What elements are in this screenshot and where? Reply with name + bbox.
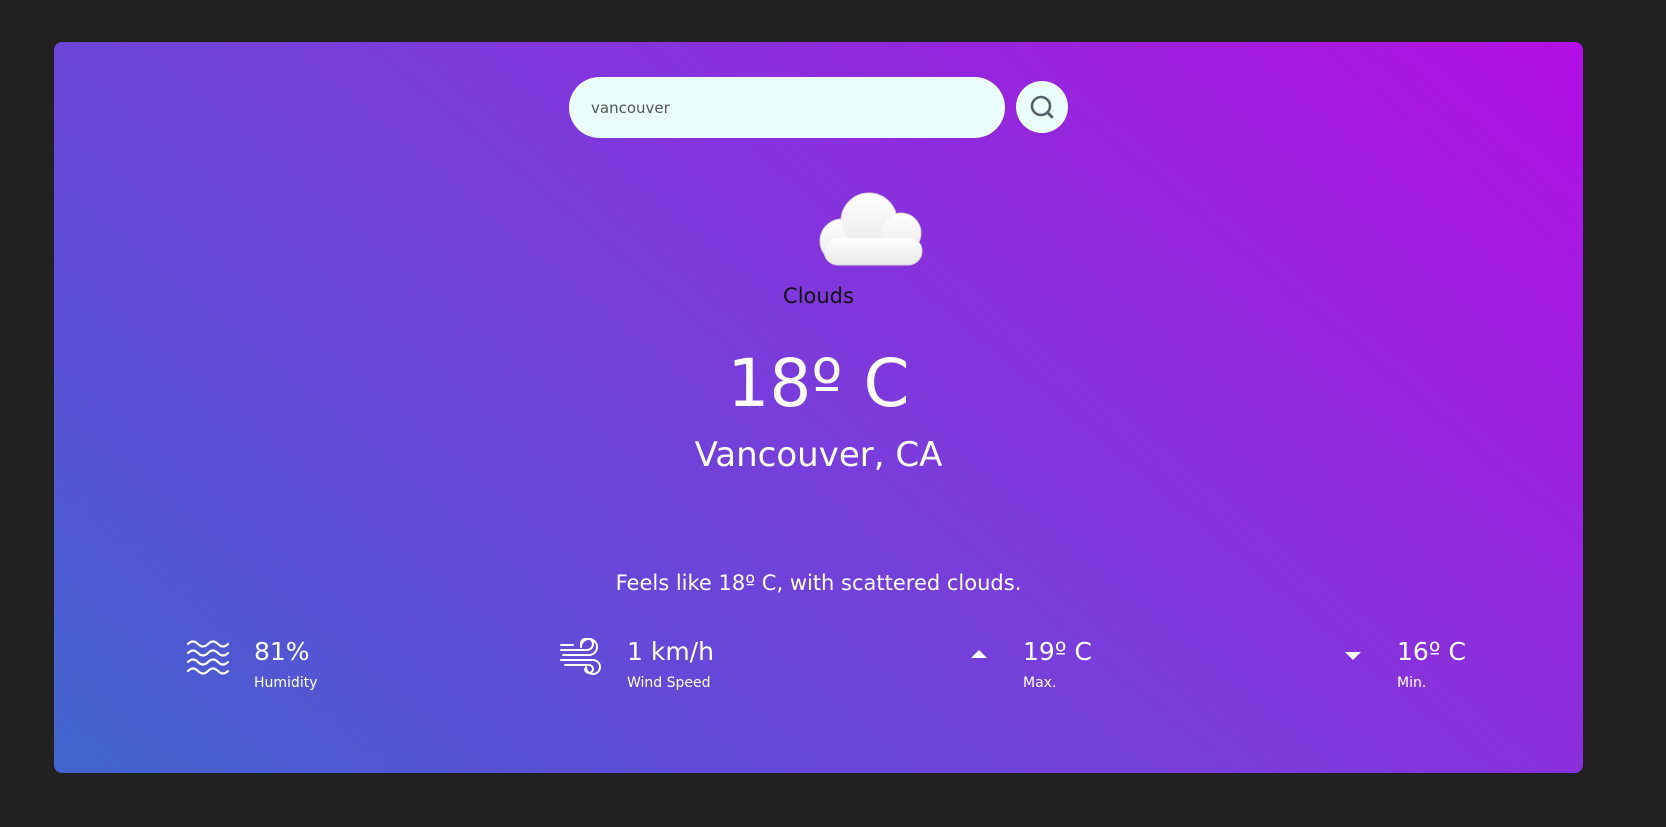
wind-speed-label: Wind Speed [627, 675, 711, 691]
search-bar [54, 77, 1583, 138]
wind-icon [560, 638, 601, 675]
search-input[interactable] [569, 77, 1005, 138]
weather-card: Clouds 18º C Vancouver, CA Feels like 18… [54, 42, 1583, 773]
min-temperature-stat: 16º C Min. [1331, 635, 1531, 695]
caret-down-icon [1345, 652, 1361, 660]
max-temperature-label: Max. [1023, 675, 1057, 691]
wind-stat: 1 km/h Wind Speed [559, 635, 759, 695]
humidity-waves-icon [186, 640, 230, 675]
humidity-value: 81% [254, 637, 310, 666]
location-name: Vancouver, CA [694, 435, 943, 475]
search-icon [1030, 95, 1054, 119]
max-temperature-stat: 19º C Max. [957, 635, 1157, 695]
min-temperature-value: 16º C [1397, 637, 1466, 666]
current-temperature: 18º C [727, 345, 910, 422]
wind-speed-value: 1 km/h [627, 637, 714, 666]
caret-up-icon [971, 650, 987, 658]
weather-description: Feels like 18º C, with scattered clouds. [615, 571, 1022, 595]
weather-condition: Clouds [783, 284, 854, 308]
min-temperature-label: Min. [1397, 675, 1427, 691]
search-button[interactable] [1016, 81, 1068, 133]
max-temperature-value: 19º C [1023, 637, 1092, 666]
cloud-icon [819, 192, 923, 266]
humidity-stat: 81% Humidity [186, 635, 386, 695]
humidity-label: Humidity [254, 675, 318, 691]
